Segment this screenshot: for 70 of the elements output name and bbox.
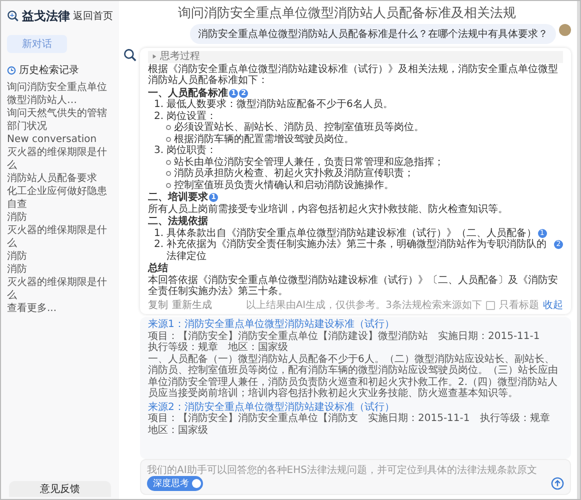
source-meta: 执行等级：规章 xyxy=(480,413,550,424)
thinking-toggle[interactable]: 思考过程 xyxy=(148,51,563,62)
history-item[interactable]: 灭火器的维保期限是什么 xyxy=(7,224,113,250)
answer-paragraph: 所有人员上岗前需接受专业培训，内容包括初起火灾扑救技能、防火检查知识等。 xyxy=(148,204,508,214)
bullet-icon xyxy=(166,160,171,165)
list-item-text: 具体条款出自《消防安全重点单位微型消防站建设标准（试行）》（二、人员配备） xyxy=(166,228,537,238)
disclaimer-text: 以上结果由AI生成，仅供参考。3条法规检索来源如下 xyxy=(246,300,482,311)
history-item[interactable]: 消防站人员配备要求 xyxy=(7,172,113,185)
user-avatar xyxy=(559,24,571,36)
answer-paragraph: 根据《消防安全重点单位微型消防站建设标准（试行）》及相关法规，消防安全重点单位微型消防站人员配备标准如下： xyxy=(148,64,558,86)
source-meta: 实施日期：2015-11-1 xyxy=(368,413,470,424)
list-number: 1. xyxy=(154,99,164,110)
list-item-text: 最低人数要求：微型消防站应配备不少于6名人员。 xyxy=(166,99,393,110)
list-item-text: 岗位设置： xyxy=(166,110,217,122)
checkbox[interactable] xyxy=(486,300,495,310)
list-item-text: 消防员承担防火检查、初起火灾扑救及消防宣传职责； xyxy=(174,168,414,180)
chat-title: 询问消防安全重点单位微型消防站人员配备标准及相关法规 xyxy=(177,5,517,22)
answer-heading: 二、法规依据 xyxy=(148,216,208,227)
history-item[interactable]: 灭火器的维保期限是什么 xyxy=(7,276,113,302)
answer-heading: 二、培训要求 xyxy=(148,192,208,203)
checkbox-label: 只看标题 xyxy=(499,300,539,311)
history-title: 历史检索记录 xyxy=(19,64,79,77)
source-title-link[interactable]: 来源1：消防安全重点单位微型消防站建设标准（试行） xyxy=(148,319,394,330)
clock-icon xyxy=(7,66,16,74)
list-number: 3. xyxy=(154,145,164,156)
source-meta: 项目：【消防安全】消防安全重点单位【消防建设】微型消防站 xyxy=(148,330,428,342)
history-item[interactable]: 询问消防安全重点单位微型消防站人… xyxy=(7,81,113,107)
answer-heading: 总结 xyxy=(148,263,168,274)
more-link[interactable]: 查看更多... xyxy=(7,302,113,315)
source-meta: 地区：国家级 xyxy=(148,424,208,436)
list-item-text: 根据消防车辆的配置需增设驾驶员岗位。 xyxy=(174,134,354,144)
caret-icon xyxy=(152,54,157,60)
answer-heading: 一、人员配备标准 xyxy=(148,88,228,98)
bullet-icon xyxy=(166,125,171,130)
source-meta: 实施日期：2015-11-1 xyxy=(438,330,540,342)
list-number: 1. xyxy=(154,228,164,239)
feedback-button[interactable]: 意见反馈 xyxy=(9,481,111,497)
deep-think-toggle[interactable]: 深度思考 xyxy=(147,476,203,491)
copy-button[interactable]: 复制 xyxy=(148,300,168,311)
regenerate-button[interactable]: 重新生成 xyxy=(172,300,212,311)
source-title-link[interactable]: 来源2：消防安全重点单位微型消防站建设标准（试行） xyxy=(148,402,394,412)
logo-text: 益戈法律 xyxy=(22,8,70,24)
list-number: 2. xyxy=(154,239,164,250)
bullet-icon xyxy=(166,182,171,188)
answer-paragraph: 本回答依据《消防安全重点单位微型消防站建设标准（试行）》〔二、人员配备〕及《消防安全责任制实施办法》第三十条。 xyxy=(148,274,558,297)
history-item[interactable]: 询问天然气供失的管辖部门状况 xyxy=(7,107,113,133)
history-item[interactable]: New conversation xyxy=(7,133,113,146)
send-icon[interactable] xyxy=(551,477,564,490)
history-item[interactable]: 灭火器的维保期限是什么 xyxy=(7,146,113,172)
source-excerpt: 一、人员配备（一）微型消防站人员配备不少于6人。（二）微型消防站应设站长、副站长、消防员、控制室值班员等岗位，配有消防车辆的微型消防站应设驾驶员岗位。（三）站长应由单位消防安全管理人兼任，消防员负责防火巡查和初起火灾扑救工作。2.（四）微型消防站人员应当接受岗前培训；培训内容包括扑救初起火灾业务技能、防火巡查基本知识等。 xyxy=(148,354,559,400)
list-item-text: 岗位职责： xyxy=(166,145,217,156)
source-meta: 地区：国家级 xyxy=(228,342,288,354)
chat-input[interactable]: 我们的AI助手可以回答您的各种EHS法律法规问题，并可定位到具体的法律法规条款原文 深度思考 xyxy=(140,459,571,495)
list-item-text: 补充依据为《消防安全责任制实施办法》第三十条，明确微型消防站作为专职消防队的法律定位 xyxy=(166,239,548,262)
user-message: 消防安全重点单位微型消防站人员配备标准是什么？在哪个法规中有具体要求？ xyxy=(190,24,556,44)
source-meta: 执行等级：规章 xyxy=(148,342,218,354)
history-item[interactable]: 消防 xyxy=(7,250,113,263)
history-item[interactable]: 化工企业应何做好隐患自查 xyxy=(7,185,113,211)
list-item-text: 必须设置站长、副站长、消防员、控制室值班员等岗位。 xyxy=(174,122,424,134)
bullet-icon xyxy=(166,136,171,142)
source-meta: 项目：【消防安全】消防安全重点单位【消防支 xyxy=(148,413,358,424)
list-item-text: 控制室值班员负责火情确认和启动消防设施操作。 xyxy=(174,180,394,191)
collapse-link[interactable]: 收起 xyxy=(543,300,563,311)
home-link[interactable]: 返回首页 xyxy=(73,9,113,23)
list-item-text: 站长由单位消防安全管理人兼任，负责日常管理和应急指挥； xyxy=(174,156,444,168)
magnifier-avatar-icon xyxy=(123,48,137,62)
history-item[interactable]: 消防 xyxy=(7,211,113,224)
list-number: 2. xyxy=(154,110,164,122)
history-item[interactable]: 消防 xyxy=(7,263,113,276)
bullet-icon xyxy=(166,171,171,176)
